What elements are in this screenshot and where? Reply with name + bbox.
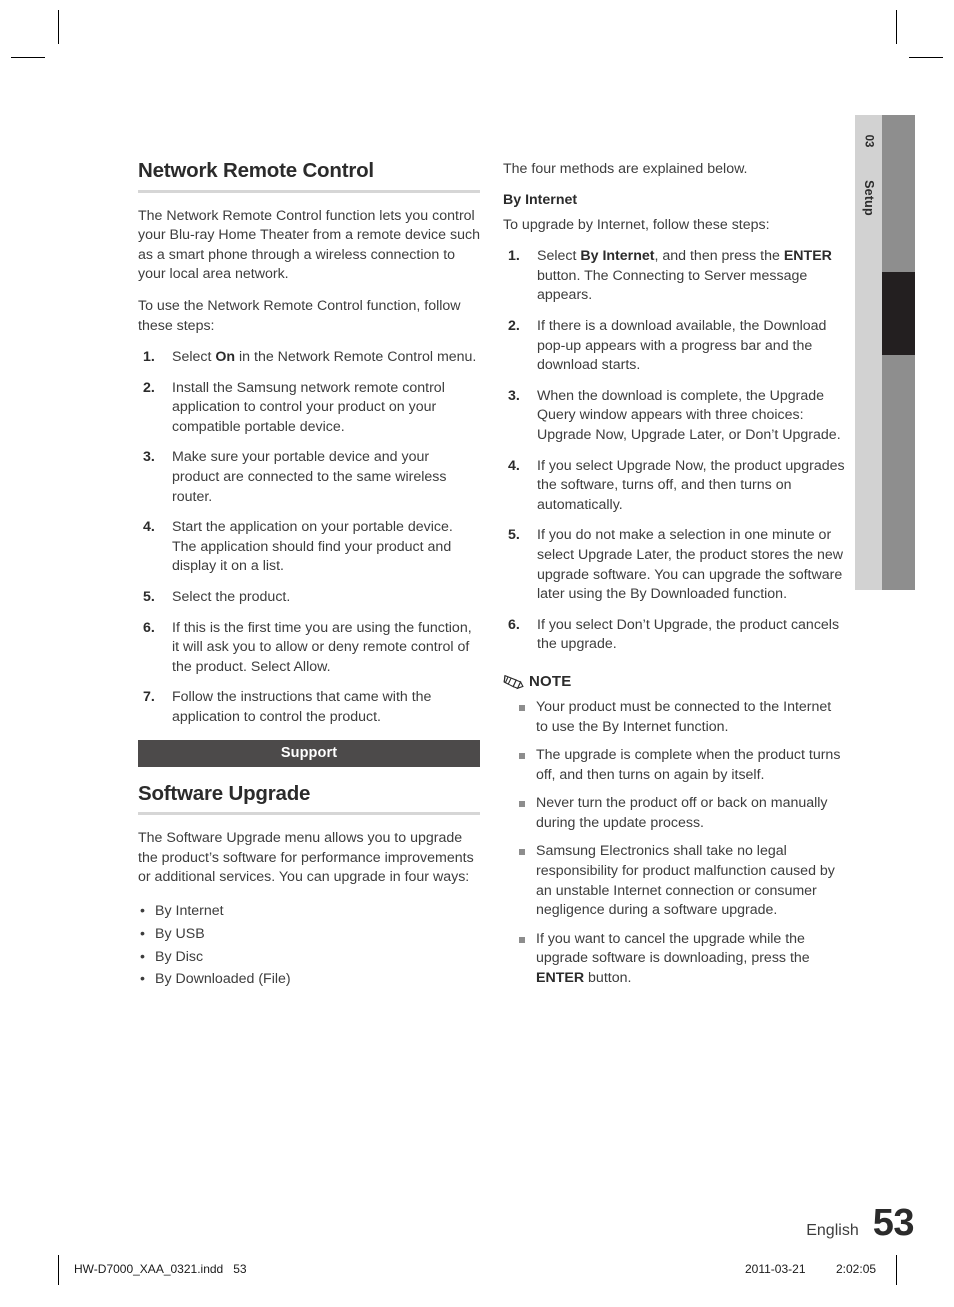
square-bullet-icon — [519, 704, 525, 711]
list-item-number: 3. — [508, 387, 520, 404]
crop-mark-bottom-right-vertical — [896, 1255, 897, 1285]
network-remote-steps: 1. Select On in the Network Remote Contro… — [138, 348, 480, 728]
crop-mark-top-right-horizontal — [909, 57, 943, 58]
emphasis-text: By Internet — [580, 248, 655, 265]
list-item: 3. When the download is complete, the Upg… — [508, 387, 841, 443]
list-item: 4. If you select Upgrade Now, the product… — [508, 457, 845, 513]
crop-mark-top-left-vertical — [58, 10, 59, 44]
chapter-name: Setup — [855, 163, 882, 233]
manual-page: Network Remote Control The Network Remot… — [0, 0, 954, 1307]
methods-lead: The four methods are explained below. — [503, 161, 748, 177]
intro-paragraph: The Network Remote Control function lets… — [138, 207, 480, 283]
page-title: Network Remote Control — [138, 159, 374, 182]
list-item: 5. Select the product. — [138, 588, 480, 608]
right-column: The four methods are explained below. By… — [503, 160, 845, 989]
list-item: 1. Select By Internet, and then press the… — [508, 248, 832, 304]
square-bullet-icon — [519, 936, 525, 943]
footer-page-number: 53 — [872, 1202, 915, 1244]
list-item-number: 5. — [508, 527, 520, 544]
list-item: 2. If there is a download available, the … — [508, 318, 827, 374]
list-item-number: 7. — [143, 689, 155, 706]
list-item: 7. Follow the instructions that came with… — [143, 689, 432, 726]
list-item: 4. Start the application on your portable… — [143, 519, 453, 575]
list-item: 6. If you select Don’t Upgrade, the produ… — [508, 616, 840, 653]
title-rule — [138, 189, 480, 193]
list-item: Your product must be connected to the In… — [503, 698, 845, 737]
note-items: Your product must be connected to the In… — [503, 698, 845, 989]
list-item: By Internet — [138, 900, 480, 923]
note-label: NOTE — [529, 672, 572, 690]
list-item: 6. If this is the first time you are usin… — [143, 619, 472, 675]
chapter-number: 03 — [855, 121, 882, 161]
file-name-text: HW-D7000_XAA_0321.indd — [74, 1262, 224, 1276]
chapter-name-text: Setup — [861, 180, 876, 216]
emphasis-text: ENTER — [536, 970, 585, 987]
list-item-number: 6. — [508, 616, 520, 633]
chapter-number-text: 03 — [862, 134, 875, 148]
list-item: 3. Make sure your portable device and you… — [143, 449, 447, 505]
list-item-number: 4. — [143, 519, 155, 536]
list-item-number: 5. — [143, 589, 155, 606]
list-item-number: 2. — [143, 379, 155, 396]
emphasis-text: On — [215, 349, 236, 366]
production-file-name: HW-D7000_XAA_0321.indd 53 — [74, 1262, 247, 1276]
page-footer: English 53 — [806, 1202, 914, 1245]
list-item: Samsung Electronics shall take no legal … — [503, 842, 845, 920]
list-item: By Downloaded (File) — [138, 968, 480, 991]
square-bullet-icon — [519, 801, 525, 808]
production-date: 2011-03-21 — [745, 1262, 806, 1276]
list-item: 5. If you do not make a selection in one … — [508, 527, 844, 603]
chapter-bar-active-marker — [882, 272, 915, 355]
by-internet-intro: To upgrade by Internet, follow these ste… — [503, 216, 770, 233]
list-item: Never turn the product off or back on ma… — [503, 794, 845, 833]
crop-mark-top-right-vertical — [896, 10, 897, 44]
list-item: By Disc — [138, 946, 480, 969]
list-item-number: 3. — [143, 449, 155, 466]
file-page-text: 53 — [233, 1262, 247, 1276]
list-item-number: 4. — [508, 457, 520, 474]
chapter-side-tab: 03 Setup — [855, 115, 915, 590]
list-item: By USB — [138, 923, 480, 946]
by-internet-heading: By Internet — [503, 191, 578, 208]
list-item-number: 2. — [508, 318, 520, 334]
footer-language: English — [806, 1222, 859, 1239]
support-band: Support — [138, 739, 480, 767]
square-bullet-icon — [519, 753, 525, 760]
list-item-number: 1. — [508, 248, 520, 265]
list-item-number: 6. — [143, 619, 155, 636]
intro-paragraph-2: To use the Network Remote Control functi… — [138, 297, 461, 334]
list-item-number: 1. — [143, 349, 155, 366]
software-upgrade-rule — [138, 812, 480, 816]
production-footer: HW-D7000_XAA_0321.indd 53 2011-03-21 2:0… — [0, 1255, 954, 1289]
crop-mark-top-left-horizontal — [11, 57, 45, 58]
left-column: Network Remote Control The Network Remot… — [138, 159, 480, 991]
list-item: 2. Install the Samsung network remote con… — [143, 379, 445, 435]
square-bullet-icon — [519, 849, 525, 856]
list-item: If you want to cancel the upgrade while … — [503, 930, 845, 989]
software-upgrade-intro: The Software Upgrade menu allows you to … — [138, 830, 474, 886]
software-upgrade-title: Software Upgrade — [138, 781, 311, 805]
note-heading: NOTE — [503, 673, 845, 690]
list-item: The upgrade is complete when the product… — [503, 746, 845, 785]
list-item: 1. Select On in the Network Remote Contro… — [138, 348, 480, 368]
production-time: 2:02:05 — [836, 1262, 877, 1276]
crop-mark-bottom-left-vertical — [58, 1255, 59, 1285]
upgrade-methods-list: By InternetBy USBBy DiscBy Downloaded (F… — [138, 900, 480, 991]
emphasis-text: ENTER — [783, 248, 832, 265]
by-internet-steps: 1. Select By Internet, and then press the… — [503, 247, 845, 655]
pencil-icon — [503, 673, 524, 690]
